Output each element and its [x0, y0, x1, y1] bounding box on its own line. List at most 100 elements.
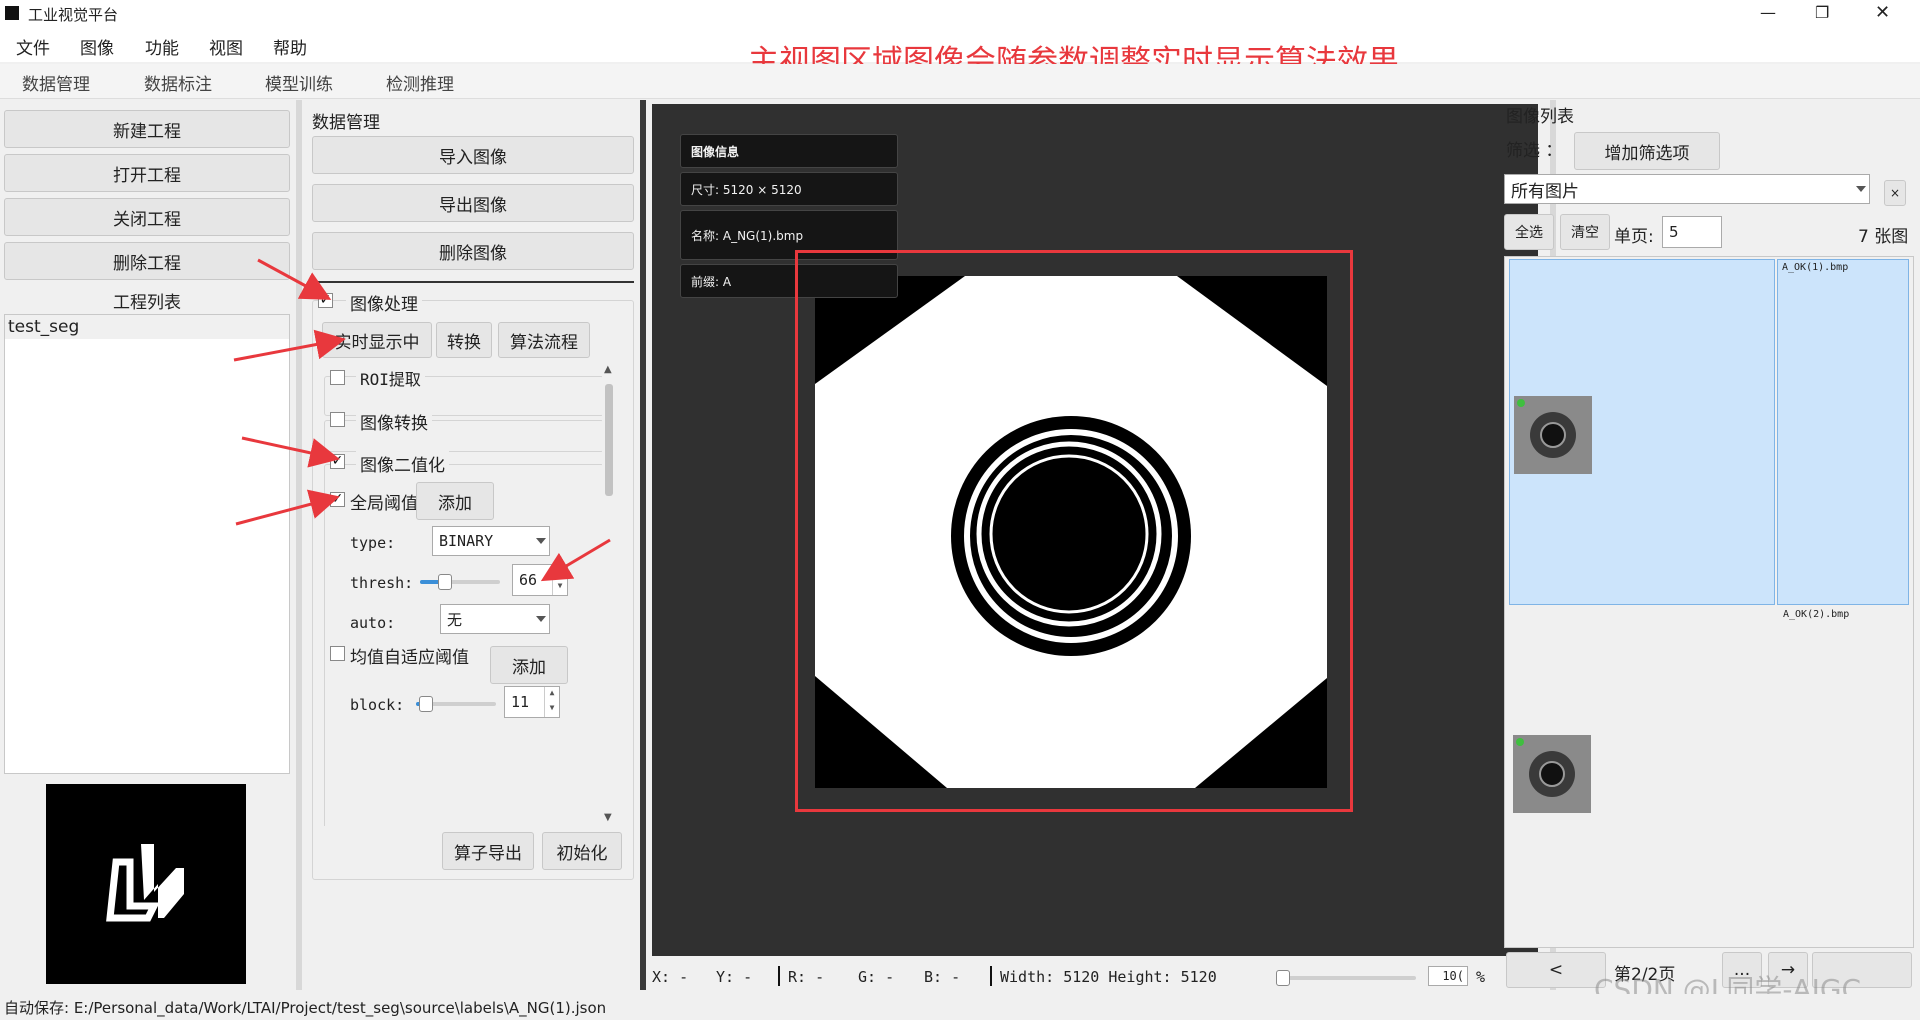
window-title: 工业视觉平台: [28, 6, 119, 24]
project-list-title: 工程列表: [113, 293, 181, 313]
thresh-slider-knob[interactable]: [438, 574, 452, 590]
app-icon: [5, 6, 19, 20]
image-viewer[interactable]: 图像信息 尺寸: 5120 × 5120 名称: A_NG(1).bmp 前缀:…: [652, 104, 1538, 956]
block-slider-knob[interactable]: [419, 696, 433, 712]
spin-up-icon[interactable]: ▲: [552, 565, 567, 580]
thumbnail-image[interactable]: [1513, 735, 1591, 813]
thumbnail-area: A_OK(1).bmp A_OK(2).bmp: [1504, 256, 1914, 948]
image-list-title: 图像列表: [1506, 107, 1574, 127]
tab-data-management[interactable]: 数据管理: [22, 70, 90, 95]
zoom-input[interactable]: 10(: [1428, 966, 1468, 986]
data-panel: 数据管理 导入图像 导出图像 删除图像 ✓ 图像处理 实时显示中 转换 算法流程…: [304, 100, 636, 990]
delete-image-button[interactable]: 删除图像: [312, 232, 634, 270]
chevron-down-icon: [536, 538, 546, 544]
auto-label: auto:: [350, 614, 396, 632]
highlight-box: [795, 250, 1353, 812]
image-size-box: 尺寸: 5120 × 5120: [680, 172, 898, 206]
image-prefix: 前缀: A: [691, 274, 732, 289]
thresh-value: 66: [519, 571, 538, 589]
open-project-button[interactable]: 打开工程: [4, 154, 290, 192]
pixel-r: R: -: [788, 968, 825, 986]
menu-function[interactable]: 功能: [145, 34, 179, 59]
status-dot: [1516, 738, 1524, 746]
status-separator: [778, 966, 780, 986]
autosave-path: 自动保存: E:/Personal_data/Work/LTAI/Project…: [4, 999, 607, 1017]
center-splitter[interactable]: [640, 100, 646, 990]
thumbnail-item[interactable]: A_OK(1).bmp: [1777, 259, 1909, 605]
roi-checkbox[interactable]: [330, 370, 345, 385]
per-page-value: 5: [1669, 223, 1679, 241]
adaptive-threshold-add-button[interactable]: 添加: [490, 646, 568, 684]
maximize-button[interactable]: ❐: [1815, 3, 1829, 22]
tab-data-annotation[interactable]: 数据标注: [144, 70, 212, 95]
block-label: block:: [350, 696, 405, 714]
menu-help[interactable]: 帮助: [273, 34, 307, 59]
close-button[interactable]: ✕: [1875, 2, 1890, 23]
logo-mark-icon: [106, 844, 184, 922]
thresh-slider[interactable]: [420, 574, 500, 590]
pixel-g: G: -: [858, 968, 895, 986]
close-project-button[interactable]: 关闭工程: [4, 198, 290, 236]
scroll-up-icon[interactable]: ▲: [604, 364, 612, 375]
global-threshold-add-button[interactable]: 添加: [416, 482, 494, 520]
thumbnail-name: A_OK(2).bmp: [1783, 609, 1850, 620]
status-bar: 自动保存: E:/Personal_data/Work/LTAI/Project…: [0, 994, 1920, 1020]
realtime-display-button[interactable]: 实时显示中: [322, 322, 432, 358]
type-value: BINARY: [439, 532, 494, 550]
scroll-down-icon[interactable]: ▼: [604, 812, 612, 823]
status-dot: [1517, 399, 1525, 407]
auto-value: 无: [447, 610, 463, 629]
filter-label: 筛选 ：: [1506, 141, 1563, 161]
left-splitter[interactable]: [296, 100, 302, 990]
chevron-down-icon: [1856, 186, 1866, 192]
filter-clear-button[interactable]: ×: [1884, 180, 1906, 206]
binarization-checkbox[interactable]: ✓: [330, 454, 345, 469]
add-filter-button[interactable]: 增加筛选项: [1574, 132, 1720, 170]
initialize-button[interactable]: 初始化: [542, 832, 622, 870]
global-threshold-checkbox[interactable]: ✓: [330, 492, 345, 507]
image-info-title: 图像信息: [691, 144, 740, 159]
image-processing-checkbox[interactable]: ✓: [318, 293, 333, 308]
project-list: test_seg: [4, 314, 290, 774]
zoom-slider-knob[interactable]: [1276, 970, 1290, 986]
app-logo: [46, 784, 246, 984]
project-list-item[interactable]: test_seg: [5, 315, 289, 339]
select-all-button[interactable]: 全选: [1504, 214, 1554, 250]
filter-select[interactable]: 所有图片: [1504, 174, 1870, 204]
title-bar: 工业视觉平台 — ❐ ✕: [0, 0, 1920, 28]
menu-file[interactable]: 文件: [16, 34, 50, 59]
export-image-button[interactable]: 导出图像: [312, 184, 634, 222]
spin-up-icon[interactable]: ▲: [544, 687, 559, 702]
scrollbar-thumb[interactable]: [605, 384, 613, 496]
image-convert-checkbox[interactable]: [330, 412, 345, 427]
block-spinbox[interactable]: 11 ▲ ▼: [504, 686, 560, 718]
delete-project-button[interactable]: 删除工程: [4, 242, 290, 280]
per-page-input[interactable]: 5: [1662, 216, 1722, 248]
adaptive-threshold-label: 均值自适应阈值: [350, 648, 469, 668]
tab-model-training[interactable]: 模型训练: [265, 70, 333, 95]
convert-button[interactable]: 转换: [436, 322, 492, 358]
import-image-button[interactable]: 导入图像: [312, 136, 634, 174]
spin-down-icon[interactable]: ▼: [552, 580, 567, 595]
image-size: 尺寸: 5120 × 5120: [691, 182, 802, 197]
minimize-button[interactable]: —: [1760, 3, 1776, 22]
thresh-spinbox[interactable]: 66 ▲ ▼: [512, 564, 568, 596]
clear-button[interactable]: 清空: [1560, 214, 1610, 250]
zoom-value: 10(: [1442, 969, 1464, 983]
adaptive-threshold-checkbox[interactable]: [330, 646, 345, 661]
auto-select[interactable]: 无: [440, 604, 550, 634]
prev-page-button[interactable]: <: [1506, 952, 1606, 988]
zoom-slider[interactable]: [1276, 970, 1416, 986]
operator-export-button[interactable]: 算子导出: [442, 832, 534, 870]
menu-image[interactable]: 图像: [80, 34, 114, 59]
spin-down-icon[interactable]: ▼: [544, 702, 559, 717]
algorithm-flow-button[interactable]: 算法流程: [498, 322, 590, 358]
tab-detection-inference[interactable]: 检测推理: [386, 70, 454, 95]
new-project-button[interactable]: 新建工程: [4, 110, 290, 148]
block-slider[interactable]: [416, 696, 496, 712]
type-select[interactable]: BINARY: [432, 526, 550, 556]
params-scrollbar[interactable]: ▲ ▼: [602, 364, 616, 826]
thumbnail-selected[interactable]: [1509, 259, 1775, 605]
binarization-label: 图像二值化: [356, 451, 449, 476]
menu-view[interactable]: 视图: [209, 34, 243, 59]
